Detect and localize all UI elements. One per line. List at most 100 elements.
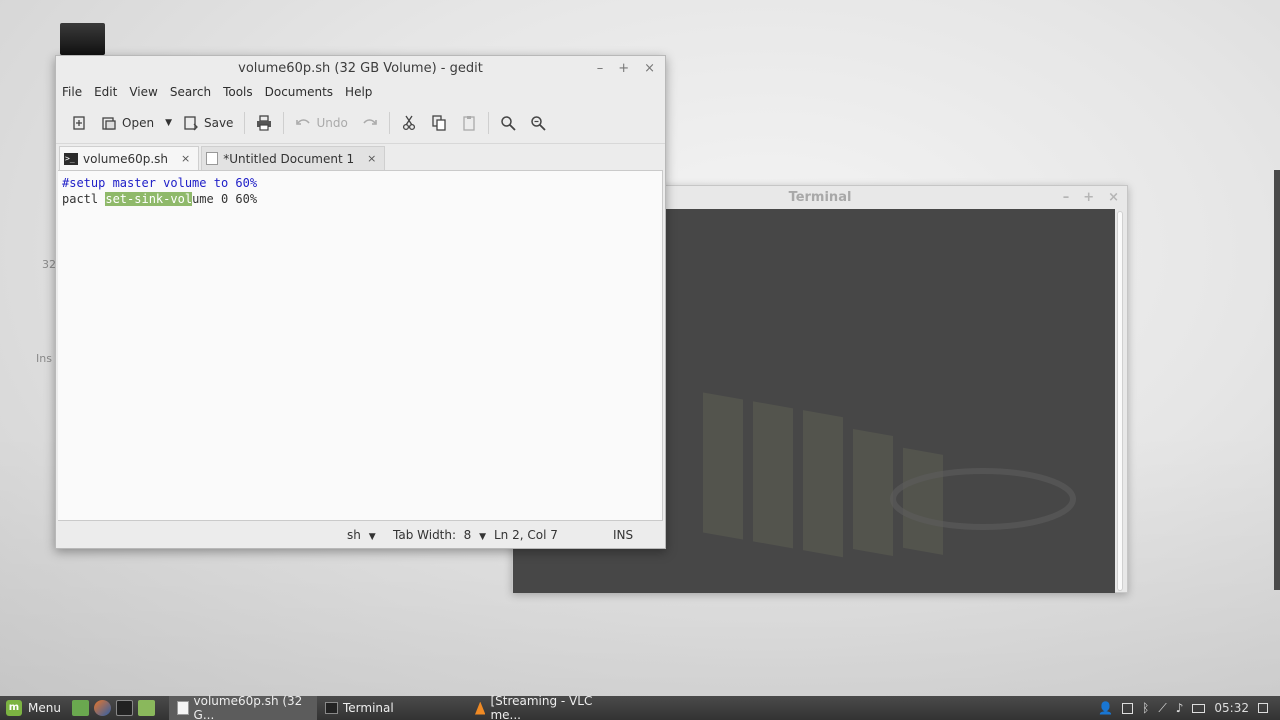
taskbar: m Menu volume60p.sh (32 G... Terminal [S… xyxy=(0,694,1280,720)
code-line-2: pactl set-sink-volume 0 60% xyxy=(62,191,662,207)
tab-width-selector[interactable]: Tab Width: 8 ▼ xyxy=(393,528,486,542)
tab-width-label: Tab Width: 8 xyxy=(393,528,472,542)
desktop-label: 32 xyxy=(42,258,56,271)
desktop-label: Ins xyxy=(36,352,52,365)
clock[interactable]: 05:32 xyxy=(1214,701,1249,715)
menu-label: Menu xyxy=(28,701,61,715)
show-desktop-icon[interactable] xyxy=(72,700,89,716)
code-area[interactable]: #setup master volume to 60% pactl set-sin… xyxy=(58,171,662,207)
undo-icon xyxy=(296,118,311,125)
close-button[interactable]: × xyxy=(644,56,655,82)
close-button[interactable]: × xyxy=(1108,186,1119,209)
menu-view[interactable]: View xyxy=(129,82,169,102)
tab-volume60p[interactable]: >_ volume60p.sh × xyxy=(59,146,200,170)
taskbar-item-vlc[interactable]: [Streaming - VLC me... xyxy=(467,694,617,720)
chevron-down-icon: ▼ xyxy=(165,117,172,128)
printer-icon xyxy=(257,114,272,131)
redo-button[interactable] xyxy=(355,108,385,138)
menu-search[interactable]: Search xyxy=(170,82,223,102)
toolbar-separator xyxy=(283,111,285,134)
terminal-file-icon: >_ xyxy=(64,152,78,165)
task-label: [Streaming - VLC me... xyxy=(490,694,593,720)
task-label: Terminal xyxy=(343,701,394,715)
minimize-button[interactable]: – xyxy=(597,56,604,82)
quick-launchers xyxy=(72,700,155,716)
undo-button[interactable]: Undo xyxy=(288,108,354,138)
open-label: Open xyxy=(122,115,155,130)
open-icon xyxy=(102,116,116,130)
maximize-button[interactable]: + xyxy=(1083,186,1094,209)
gedit-window[interactable]: volume60p.sh (32 GB Volume) - gedit – + … xyxy=(55,55,666,549)
tab-close-button[interactable]: × xyxy=(367,152,376,165)
find-button[interactable] xyxy=(493,108,523,138)
redo-icon xyxy=(363,118,377,125)
terminal-scrollbar[interactable] xyxy=(1117,211,1123,591)
terminal-title: Terminal xyxy=(788,190,852,205)
start-menu-button[interactable]: m Menu xyxy=(0,700,66,716)
taskbar-item-terminal[interactable]: Terminal xyxy=(317,696,467,720)
notifications-icon[interactable] xyxy=(1258,703,1268,713)
new-document-button[interactable] xyxy=(64,108,94,138)
network-icon[interactable]: ⟋ xyxy=(1158,701,1166,716)
desktop-drive-icon[interactable] xyxy=(60,23,105,55)
terminal-icon[interactable] xyxy=(116,700,133,716)
tab-label: volume60p.sh xyxy=(83,151,169,166)
copy-button[interactable] xyxy=(424,108,454,138)
chevron-down-icon: ▼ xyxy=(479,532,487,542)
new-document-icon xyxy=(73,115,85,130)
taskbar-item-gedit[interactable]: volume60p.sh (32 G... xyxy=(169,694,317,720)
paste-button[interactable] xyxy=(454,108,484,138)
cut-button[interactable] xyxy=(394,108,424,138)
save-button[interactable]: Save xyxy=(176,108,240,138)
battery-icon[interactable] xyxy=(1192,703,1206,713)
toolbar-separator xyxy=(388,111,390,134)
system-tray: 👤 ᛒ ⟋ ♪ 05:32 xyxy=(1098,696,1280,720)
menu-tools[interactable]: Tools xyxy=(223,82,265,102)
window-title: volume60p.sh (32 GB Volume) - gedit xyxy=(238,61,483,76)
code-text: pactl xyxy=(62,192,106,206)
tab-close-button[interactable]: × xyxy=(181,152,190,165)
copy-icon xyxy=(432,114,446,131)
menu-file[interactable]: File xyxy=(62,82,94,102)
gedit-titlebar[interactable]: volume60p.sh (32 GB Volume) - gedit – + … xyxy=(56,56,665,82)
folder-icon[interactable] xyxy=(138,700,155,716)
chevron-down-icon: ▼ xyxy=(368,532,376,542)
toolbar-separator xyxy=(244,111,246,134)
search-replace-icon xyxy=(531,115,546,131)
text-editor[interactable]: #setup master volume to 60% pactl set-sin… xyxy=(58,170,663,521)
update-manager-icon[interactable] xyxy=(1122,702,1134,714)
menu-edit[interactable]: Edit xyxy=(94,82,129,102)
background-window-edge xyxy=(1274,170,1280,590)
tab-label: *Untitled Document 1 xyxy=(223,151,355,166)
document-tabs: >_ volume60p.sh × *Untitled Document 1 × xyxy=(56,144,665,170)
selected-text: set-sink-vol xyxy=(105,192,193,206)
code-line-1: #setup master volume to 60% xyxy=(62,176,258,190)
open-recent-dropdown[interactable]: ▼ xyxy=(161,108,176,138)
minimize-button[interactable]: – xyxy=(1063,186,1070,209)
vlc-icon xyxy=(475,701,486,715)
terminal-icon xyxy=(325,702,338,714)
cursor-position: Ln 2, Col 7 xyxy=(494,528,558,542)
tab-untitled-document[interactable]: *Untitled Document 1 × xyxy=(201,146,386,170)
search-icon xyxy=(501,115,516,131)
clipboard-icon xyxy=(463,115,475,131)
open-button[interactable]: Open xyxy=(94,108,161,138)
insert-mode: INS xyxy=(613,528,634,542)
save-label: Save xyxy=(203,115,234,130)
find-replace-button[interactable] xyxy=(523,108,553,138)
menu-documents[interactable]: Documents xyxy=(265,82,345,102)
task-label: volume60p.sh (32 G... xyxy=(193,694,303,720)
statusbar: sh ▼ Tab Width: 8 ▼ Ln 2, Col 7 INS xyxy=(56,522,665,548)
text-editor-icon xyxy=(177,701,189,715)
document-icon xyxy=(206,152,219,165)
menu-help[interactable]: Help xyxy=(345,82,380,102)
firefox-icon[interactable] xyxy=(94,700,111,716)
save-icon xyxy=(184,115,198,130)
maximize-button[interactable]: + xyxy=(618,56,629,82)
bluetooth-icon[interactable]: ᛒ xyxy=(1142,701,1149,715)
user-icon[interactable]: 👤 xyxy=(1098,701,1113,715)
volume-icon[interactable]: ♪ xyxy=(1176,701,1184,715)
print-button[interactable] xyxy=(249,108,279,138)
language-selector[interactable]: sh ▼ xyxy=(347,528,376,542)
scissors-icon xyxy=(402,115,415,130)
